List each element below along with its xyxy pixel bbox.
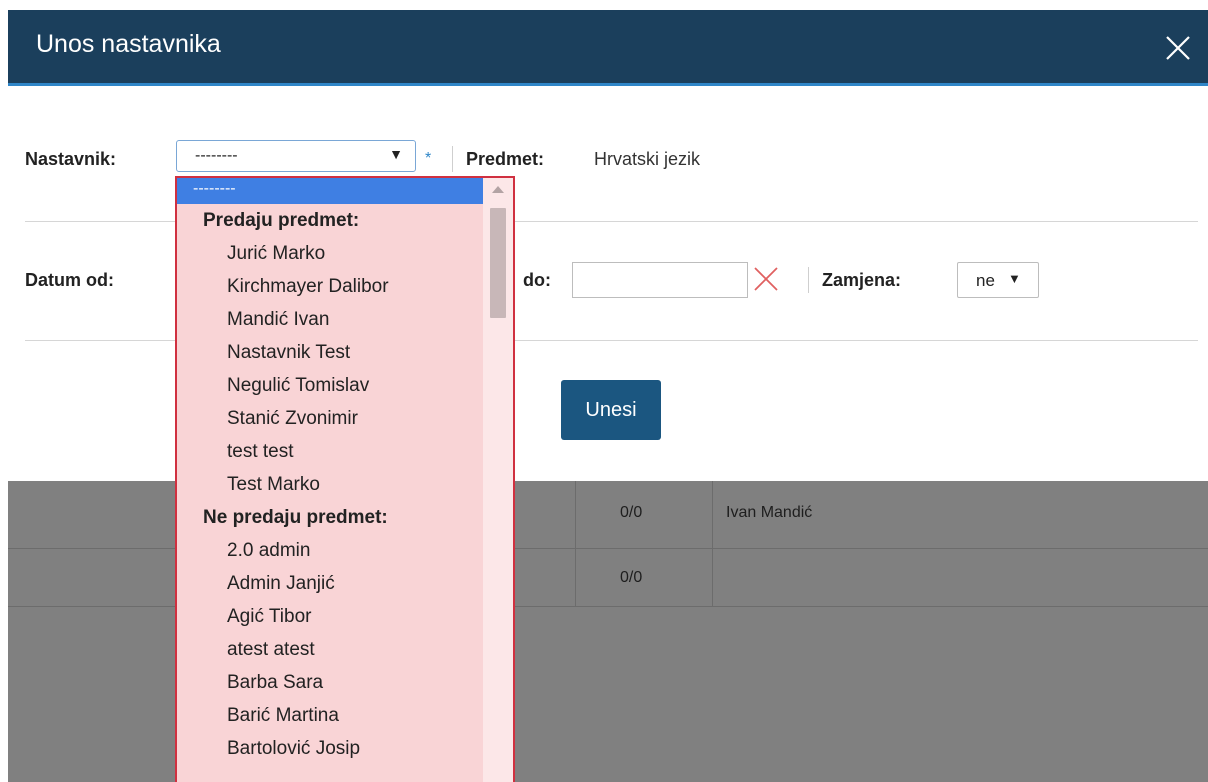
field-divider	[452, 146, 453, 172]
dropdown-scrollbar[interactable]	[483, 178, 513, 782]
dropdown-options: -------- Predaju predmet: Jurić Marko Ki…	[177, 178, 483, 765]
zamjena-select[interactable]: ne ▼	[957, 262, 1039, 298]
zamjena-select-value: ne	[976, 271, 995, 290]
scroll-up-arrow-icon[interactable]	[492, 186, 504, 193]
modal-title: Unos nastavnika	[36, 30, 221, 58]
dropdown-option[interactable]: Mandić Ivan	[177, 303, 483, 336]
dropdown-option[interactable]: Jurić Marko	[177, 237, 483, 270]
dropdown-option-selected[interactable]: --------	[177, 178, 483, 204]
table-cell-name: Ivan Mandić	[726, 504, 813, 521]
nastavnik-label: Nastavnik:	[25, 149, 117, 169]
scrollbar-thumb[interactable]	[490, 208, 506, 318]
chevron-down-icon: ▼	[1008, 271, 1021, 286]
predmet-label: Predmet:	[466, 149, 545, 169]
dropdown-option[interactable]: atest atest	[177, 633, 483, 666]
dropdown-option[interactable]: Nastavnik Test	[177, 336, 483, 369]
dropdown-option[interactable]: Negulić Tomislav	[177, 369, 483, 402]
dropdown-option[interactable]: test test	[177, 435, 483, 468]
dropdown-group-label: Predaju predmet:	[203, 210, 360, 231]
page-edge	[0, 0, 8, 782]
dropdown-option[interactable]: 2.0 admin	[177, 534, 483, 567]
submit-button[interactable]: Unesi	[561, 380, 661, 440]
datum-od-label: Datum od:	[25, 270, 114, 290]
teacher-entry-modal: Unos nastavnika Nastavnik: -------- ▼ * …	[8, 0, 1208, 782]
table-col-divider	[712, 481, 713, 606]
nastavnik-select[interactable]: -------- ▼	[176, 140, 416, 172]
clear-date-icon[interactable]	[751, 264, 781, 294]
modal-header: Unos nastavnika	[8, 10, 1208, 86]
field-divider	[808, 267, 809, 293]
close-icon[interactable]	[1162, 32, 1194, 64]
predmet-value: Hrvatski jezik	[594, 149, 701, 169]
dropdown-group-label: Ne predaju predmet:	[203, 507, 388, 528]
dropdown-option[interactable]: Agić Tibor	[177, 600, 483, 633]
nastavnik-select-value: --------	[195, 147, 238, 164]
dropdown-option[interactable]: Barić Martina	[177, 699, 483, 732]
datum-do-input[interactable]	[572, 262, 748, 298]
required-marker: *	[425, 150, 432, 167]
table-col-divider	[575, 481, 576, 606]
datum-do-label: do:	[523, 270, 551, 290]
zamjena-label: Zamjena:	[822, 270, 902, 290]
dropdown-option[interactable]: Bartolović Josip	[177, 732, 483, 765]
table-cell-count: 0/0	[620, 504, 643, 521]
dropdown-option[interactable]: Test Marko	[177, 468, 483, 501]
chevron-down-icon: ▼	[389, 146, 403, 162]
dropdown-option[interactable]: Barba Sara	[177, 666, 483, 699]
dropdown-option[interactable]: Admin Janjić	[177, 567, 483, 600]
dropdown-option[interactable]: Stanić Zvonimir	[177, 402, 483, 435]
nastavnik-dropdown-list[interactable]: -------- Predaju predmet: Jurić Marko Ki…	[175, 176, 515, 782]
table-cell-count: 0/0	[620, 569, 643, 586]
dropdown-option[interactable]: Kirchmayer Dalibor	[177, 270, 483, 303]
